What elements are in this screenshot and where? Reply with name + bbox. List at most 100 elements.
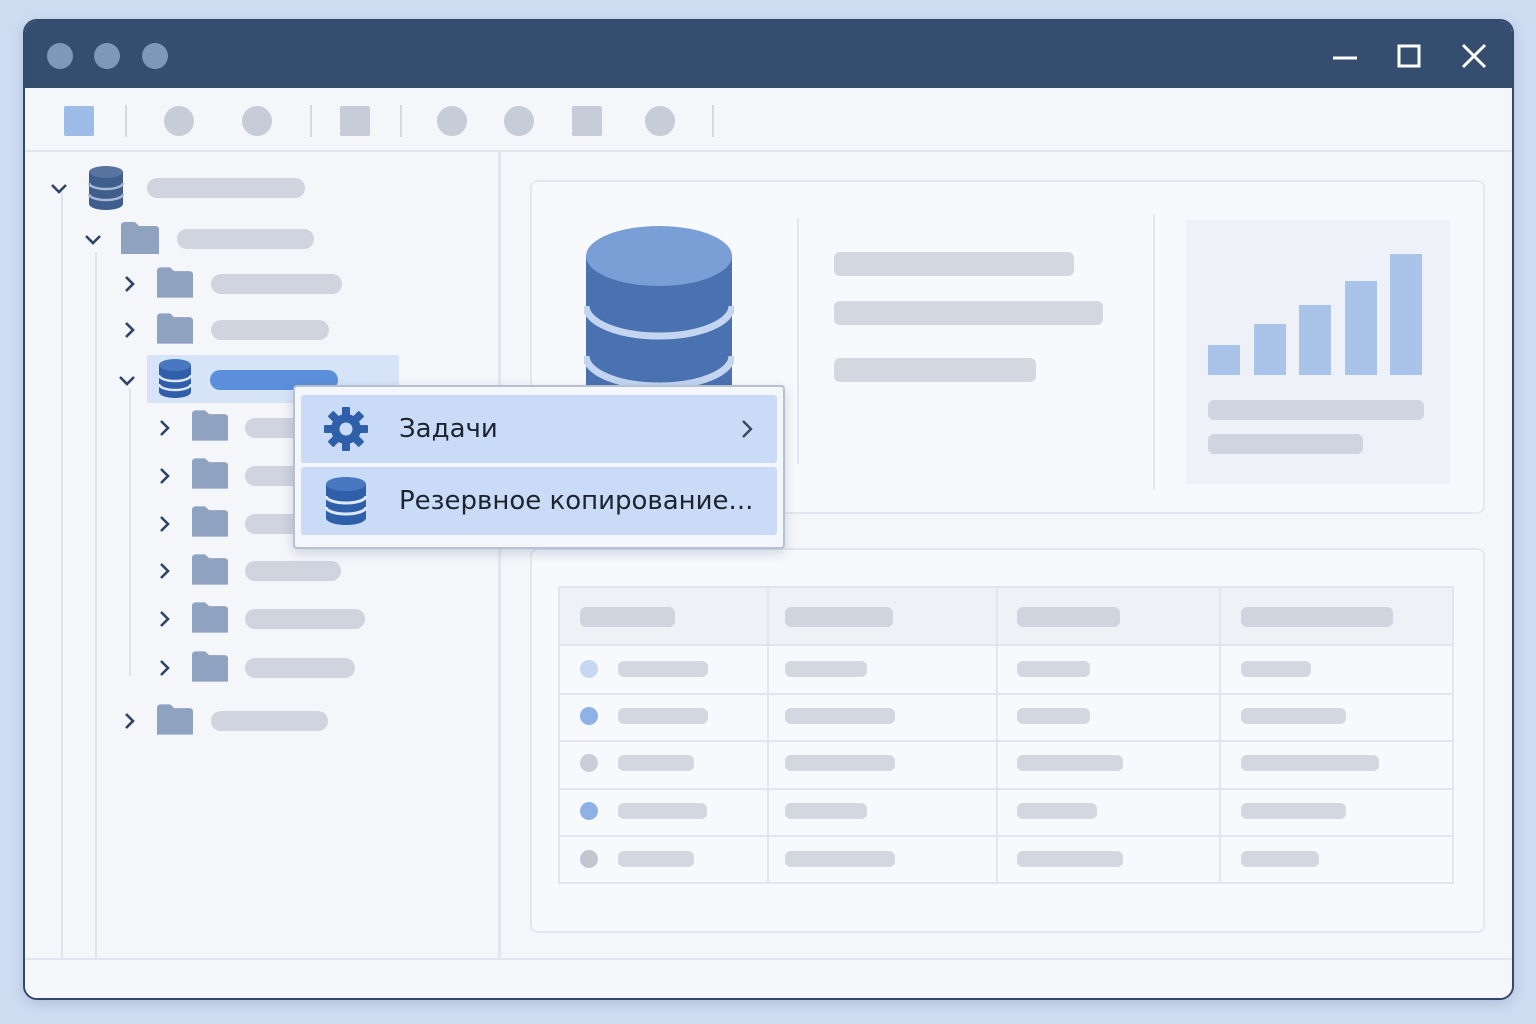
- details-divider: [797, 218, 799, 464]
- table-cell[interactable]: [1017, 851, 1123, 867]
- application-window: Задачи Резервное копирование...: [23, 19, 1514, 1000]
- chevron-down-icon[interactable]: [116, 369, 138, 391]
- status-dot: [580, 707, 598, 725]
- folder-icon: [157, 267, 193, 298]
- table-cell[interactable]: [618, 851, 694, 867]
- toolbar-button-6[interactable]: [504, 106, 534, 136]
- table-cell[interactable]: [618, 661, 708, 677]
- chevron-right-icon[interactable]: [153, 608, 175, 630]
- toolbar-separator: [125, 105, 127, 137]
- chevron-right-icon[interactable]: [153, 657, 175, 679]
- database-icon: [158, 359, 192, 398]
- table-cell[interactable]: [618, 708, 708, 724]
- table-column-divider: [1219, 588, 1221, 882]
- table-row-divider: [560, 788, 1452, 790]
- folder-icon: [157, 313, 193, 344]
- table-header-cell[interactable]: [580, 607, 675, 627]
- chevron-right-icon[interactable]: [118, 319, 140, 341]
- table-cell[interactable]: [1241, 851, 1319, 867]
- table-cell[interactable]: [1241, 708, 1346, 724]
- menu-item-label: Резервное копирование...: [399, 486, 754, 516]
- table-column-divider: [767, 588, 769, 882]
- table-cell[interactable]: [618, 755, 694, 771]
- chart-bar: [1253, 324, 1286, 375]
- tree-node-label[interactable]: [211, 320, 329, 340]
- tree-node-label[interactable]: [177, 229, 314, 249]
- tree-node-label[interactable]: [245, 561, 341, 581]
- folder-icon: [192, 602, 228, 633]
- chevron-right-icon[interactable]: [153, 465, 175, 487]
- object-explorer-tree: [25, 152, 501, 958]
- folder-icon: [192, 410, 228, 441]
- toolbar-button-4[interactable]: [340, 106, 370, 136]
- tree-node-label[interactable]: [211, 274, 342, 294]
- tree-node-label[interactable]: [211, 711, 328, 731]
- chart-caption-line: [1208, 434, 1363, 454]
- chevron-right-icon[interactable]: [153, 513, 175, 535]
- table-cell[interactable]: [1241, 803, 1346, 819]
- toolbar-separator: [712, 105, 714, 137]
- bar-chart-icon: [1186, 220, 1450, 484]
- window-dot-2[interactable]: [94, 43, 120, 69]
- table-header-cell[interactable]: [1017, 607, 1120, 627]
- chevron-down-icon[interactable]: [48, 177, 70, 199]
- table-row-divider: [560, 835, 1452, 837]
- toolbar-button-3[interactable]: [242, 106, 272, 136]
- table-cell[interactable]: [785, 661, 867, 677]
- toolbar-separator: [400, 105, 402, 137]
- maximize-icon[interactable]: [1392, 39, 1426, 73]
- table-cell[interactable]: [1241, 755, 1379, 771]
- table-cell[interactable]: [1017, 661, 1090, 677]
- toolbar-button-5[interactable]: [437, 106, 467, 136]
- tree-node-label[interactable]: [147, 178, 305, 198]
- table-cell[interactable]: [618, 803, 707, 819]
- tree-node-label[interactable]: [245, 609, 365, 629]
- chevron-right-icon[interactable]: [153, 417, 175, 439]
- status-dot: [580, 850, 598, 868]
- database-large-icon: [584, 226, 734, 390]
- table-cell[interactable]: [785, 851, 895, 867]
- table-header-cell[interactable]: [785, 607, 893, 627]
- folder-icon: [121, 222, 159, 254]
- chart-bar: [1390, 254, 1422, 375]
- details-text-line: [834, 301, 1103, 325]
- tree-guide-line: [95, 252, 97, 958]
- data-table-card: [530, 548, 1485, 933]
- table-cell[interactable]: [1241, 661, 1311, 677]
- toolbar-button-7[interactable]: [572, 106, 602, 136]
- database-icon: [325, 477, 367, 525]
- folder-icon: [192, 651, 228, 682]
- table-cell[interactable]: [785, 708, 895, 724]
- chevron-right-icon[interactable]: [118, 273, 140, 295]
- menu-item-label: Задачи: [399, 414, 498, 444]
- window-dot-1[interactable]: [47, 43, 73, 69]
- folder-icon: [192, 506, 228, 537]
- table-cell[interactable]: [1017, 708, 1090, 724]
- table-header-cell[interactable]: [1241, 607, 1393, 627]
- chevron-right-icon[interactable]: [118, 710, 140, 732]
- table-cell[interactable]: [785, 803, 867, 819]
- chevron-right-icon[interactable]: [153, 560, 175, 582]
- context-menu: Задачи Резервное копирование...: [293, 385, 785, 549]
- menu-item-tasks[interactable]: Задачи: [301, 395, 777, 463]
- toolbar-button-new[interactable]: [64, 106, 94, 136]
- table-row-divider: [560, 693, 1452, 695]
- chart-bar: [1208, 345, 1240, 375]
- database-icon: [87, 166, 125, 210]
- window-dot-3[interactable]: [142, 43, 168, 69]
- status-bar: [25, 958, 1512, 998]
- close-icon[interactable]: [1457, 39, 1491, 73]
- chevron-down-icon[interactable]: [82, 228, 104, 250]
- folder-icon: [157, 704, 193, 735]
- table-cell[interactable]: [1017, 803, 1097, 819]
- tree-node-label[interactable]: [245, 658, 355, 678]
- toolbar-separator: [310, 105, 312, 137]
- toolbar-button-2[interactable]: [164, 106, 194, 136]
- table-cell[interactable]: [1017, 755, 1123, 771]
- minimize-icon[interactable]: [1328, 39, 1362, 73]
- table-cell[interactable]: [785, 755, 895, 771]
- toolbar-button-8[interactable]: [645, 106, 675, 136]
- menu-item-backup[interactable]: Резервное копирование...: [301, 467, 777, 535]
- details-text-line: [834, 252, 1074, 276]
- chart-bar: [1299, 305, 1331, 375]
